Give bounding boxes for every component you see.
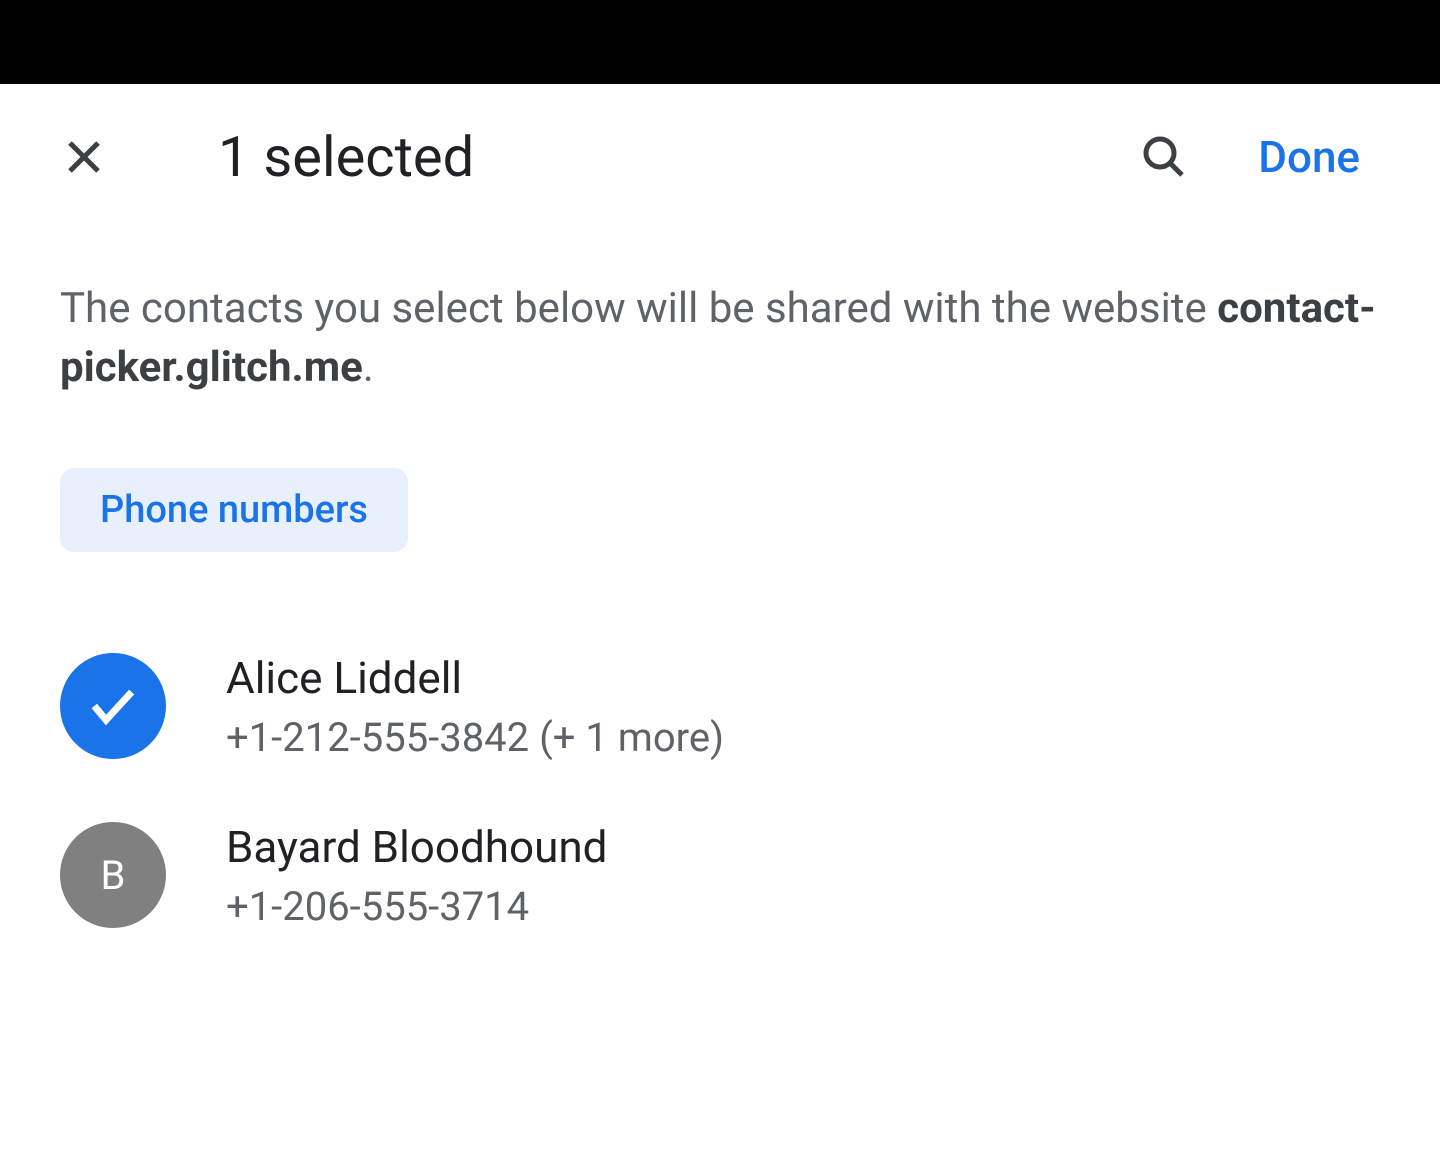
- description-suffix: .: [363, 343, 374, 392]
- contact-name: Alice Liddell: [226, 652, 724, 704]
- contact-info: Bayard Bloodhound +1-206-555-3714: [226, 821, 608, 930]
- contact-row[interactable]: Alice Liddell +1-212-555-3842 (+ 1 more): [0, 622, 1440, 791]
- contact-name: Bayard Bloodhound: [226, 821, 608, 873]
- contact-list: Alice Liddell +1-212-555-3842 (+ 1 more)…: [0, 582, 1440, 960]
- contact-row[interactable]: B Bayard Bloodhound +1-206-555-3714: [0, 791, 1440, 960]
- contact-avatar-selected: [60, 653, 166, 759]
- status-bar: [0, 0, 1440, 84]
- header-title: 1 selected: [218, 124, 1140, 190]
- check-icon: [85, 678, 141, 734]
- done-button[interactable]: Done: [1258, 131, 1360, 183]
- contact-avatar-letter: B: [60, 822, 166, 928]
- search-icon[interactable]: [1140, 133, 1188, 181]
- description-text: The contacts you select below will be sh…: [0, 220, 1440, 438]
- phone-numbers-chip[interactable]: Phone numbers: [60, 468, 408, 552]
- contact-phone: +1-212-555-3842 (+ 1 more): [226, 714, 724, 761]
- contact-info: Alice Liddell +1-212-555-3842 (+ 1 more): [226, 652, 724, 761]
- description-prefix: The contacts you select below will be sh…: [60, 284, 1217, 333]
- contact-phone: +1-206-555-3714: [226, 883, 608, 930]
- contact-picker-sheet: 1 selected Done The contacts you select …: [0, 84, 1440, 960]
- close-icon[interactable]: [60, 133, 108, 181]
- chip-container: Phone numbers: [0, 438, 1440, 582]
- header: 1 selected Done: [0, 84, 1440, 220]
